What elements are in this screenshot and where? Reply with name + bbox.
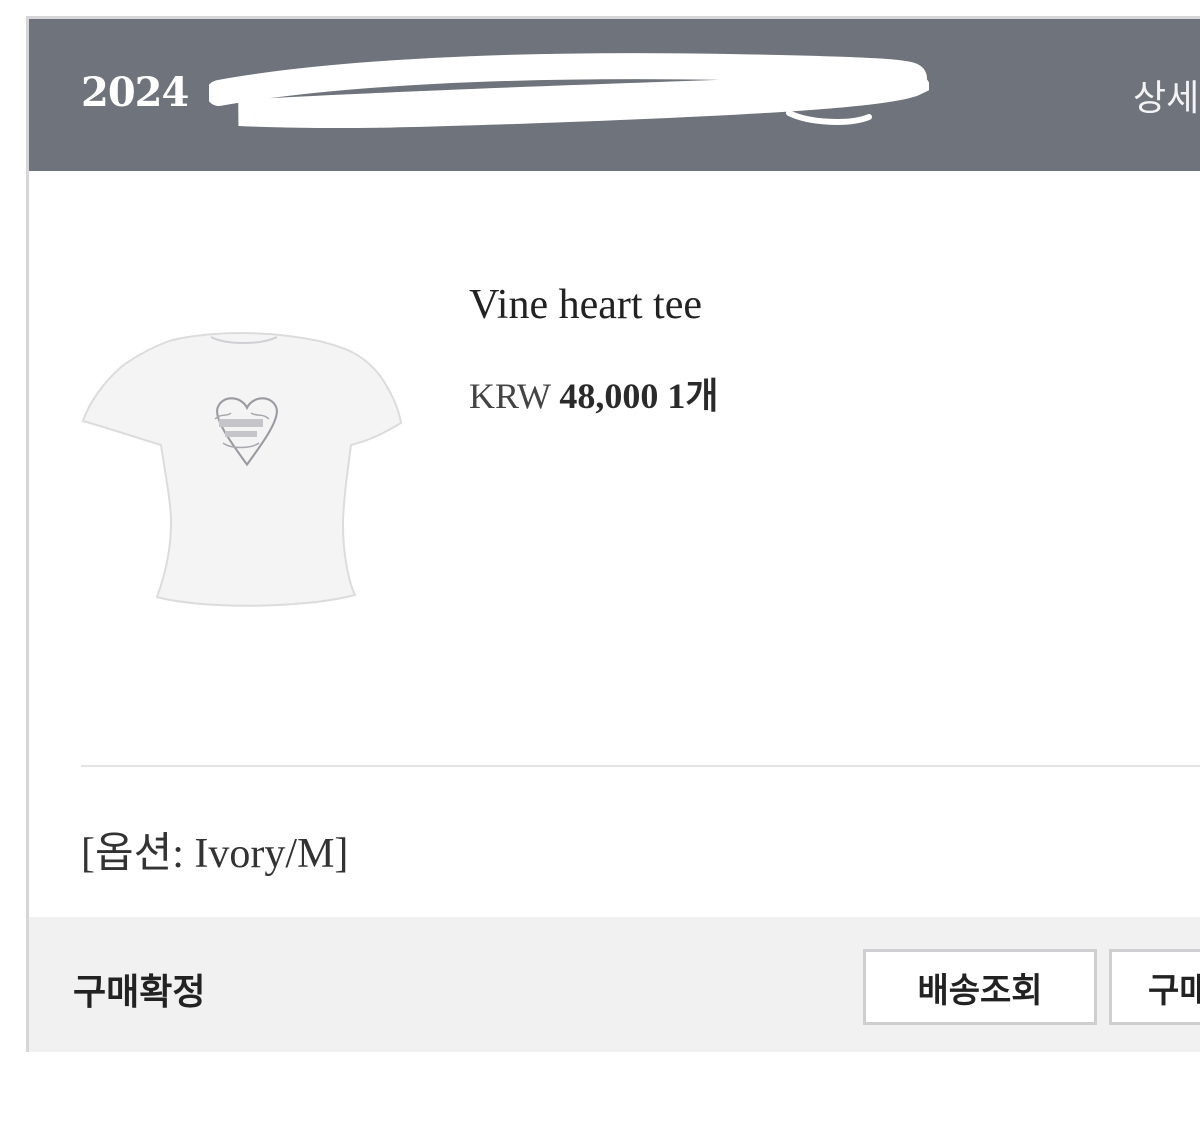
order-card: 2024 상세 Vine heart tee KRW 48,000 1개 [옵션… bbox=[26, 16, 1200, 1052]
divider bbox=[81, 765, 1200, 767]
track-delivery-button[interactable]: 배송조회 bbox=[863, 949, 1097, 1025]
order-header: 2024 상세 bbox=[29, 19, 1200, 171]
quantity-value: 1개 bbox=[667, 376, 719, 416]
price-line: KRW 48,000 1개 bbox=[469, 367, 718, 419]
product-image bbox=[81, 331, 403, 607]
option-text: [옵션: Ivory/M] bbox=[81, 831, 349, 877]
order-footer: 구매확정 배송조회 구매 bbox=[29, 917, 1200, 1052]
order-date: 2024 bbox=[81, 69, 189, 116]
product-name[interactable]: Vine heart tee bbox=[469, 281, 702, 329]
second-action-button[interactable]: 구매 bbox=[1109, 949, 1200, 1025]
currency-label: KRW bbox=[469, 376, 551, 416]
detail-link[interactable]: 상세 bbox=[1133, 69, 1199, 121]
status-label: 구매확정 bbox=[73, 972, 206, 1013]
price-value: 48,000 bbox=[559, 376, 659, 416]
redaction-scribble bbox=[209, 53, 929, 129]
